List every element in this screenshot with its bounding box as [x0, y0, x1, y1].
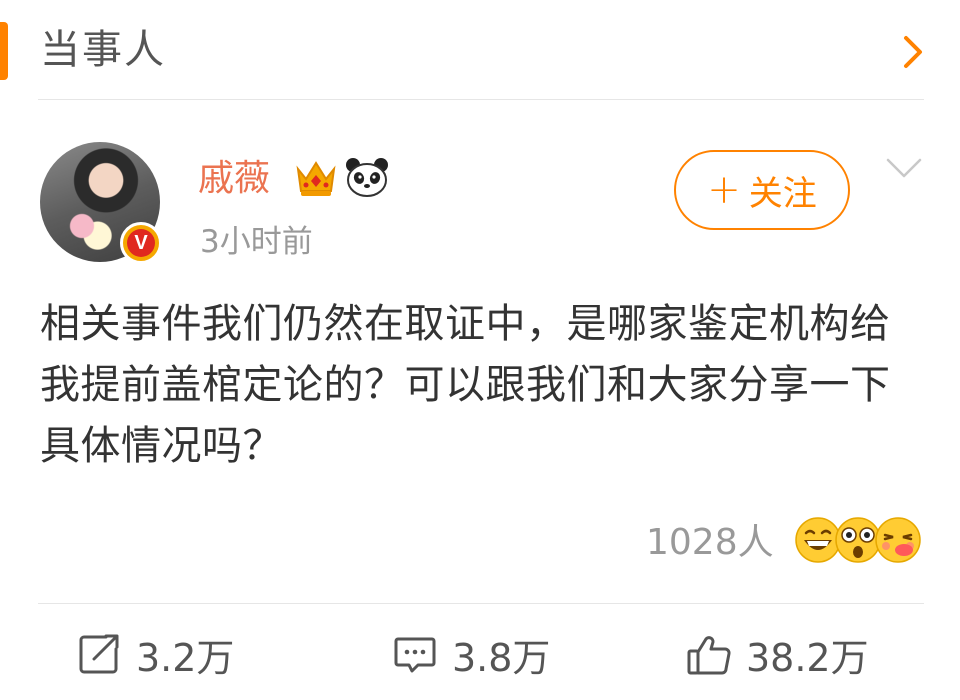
comment-icon — [394, 637, 436, 673]
crown-icon — [296, 161, 336, 196]
section-title: 当事人 — [40, 27, 166, 73]
reaction-emojis[interactable] — [794, 516, 922, 566]
panda-icon — [346, 158, 388, 197]
comment-button[interactable]: 3.8万 — [392, 624, 550, 684]
repost-count: 3.2万 — [136, 635, 235, 680]
post-text: 相关事件我们仍然在取证中，是哪家鉴定机构给我提前盖棺定论的？可以跟我们和大家分享… — [40, 301, 891, 469]
post-timestamp: 3小时前 — [200, 224, 313, 260]
author-name[interactable]: 戚薇 — [198, 154, 270, 204]
like-count: 38.2万 — [746, 635, 869, 680]
repost-icon — [79, 634, 119, 674]
follow-button[interactable]: + 关注 — [674, 150, 850, 230]
follow-label: 关注 — [748, 173, 817, 214]
divider — [38, 603, 924, 604]
section-accent-bar — [0, 22, 8, 80]
thumbs-up-icon — [687, 636, 731, 675]
like-button[interactable]: 38.2万 — [686, 624, 869, 684]
blush-emoji-icon — [875, 517, 921, 563]
divider — [38, 99, 924, 100]
comment-count: 3.8万 — [452, 635, 551, 680]
repost-button[interactable]: 3.2万 — [76, 624, 234, 684]
reaction-count[interactable]: 1028人 — [646, 518, 774, 568]
chevron-down-icon[interactable] — [886, 156, 922, 180]
verified-badge-icon: V — [120, 222, 162, 264]
plus-icon: + — [707, 167, 741, 213]
chevron-right-icon[interactable] — [898, 30, 928, 74]
